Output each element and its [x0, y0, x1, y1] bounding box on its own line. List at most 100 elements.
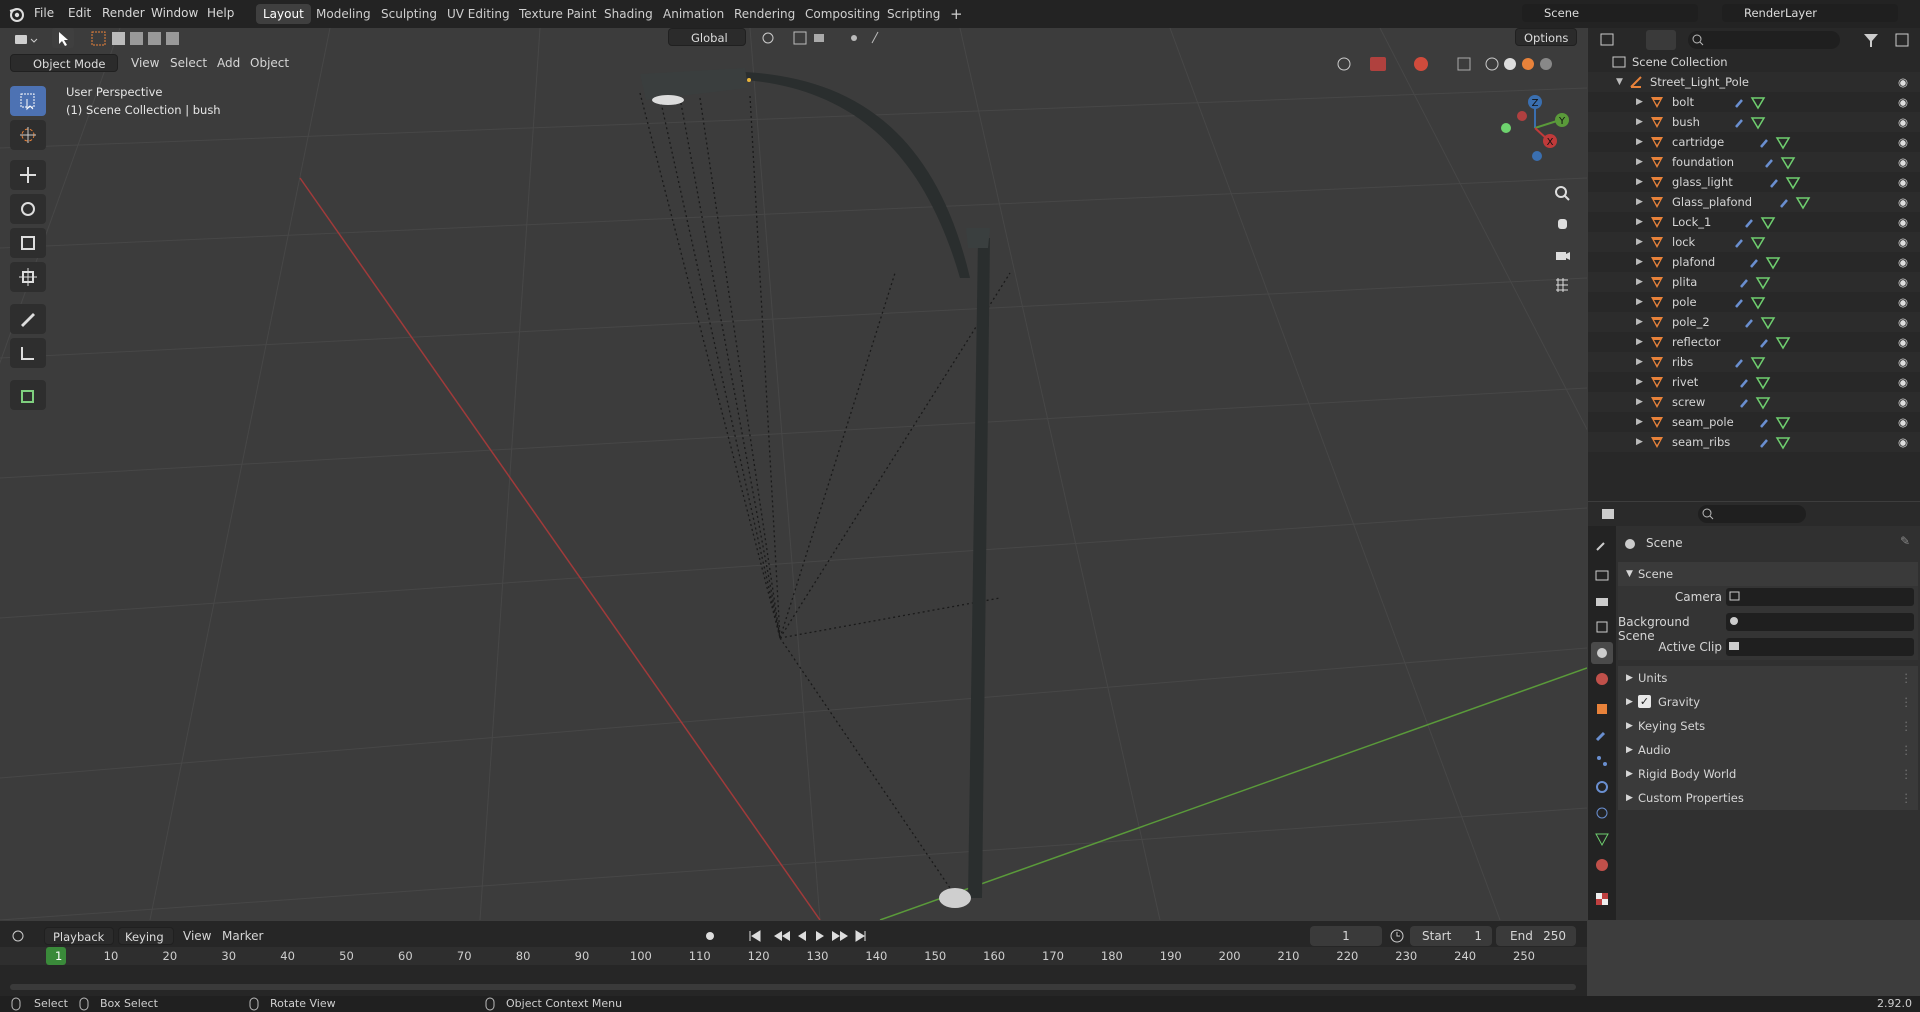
visibility-eye-icon[interactable]: ◉: [1898, 72, 1908, 92]
tab-animation[interactable]: Animation: [656, 4, 731, 24]
expand-chevron-icon[interactable]: ▶: [1636, 252, 1643, 272]
menu-file[interactable]: File: [34, 6, 54, 20]
visibility-eye-icon[interactable]: ◉: [1898, 372, 1908, 392]
tool-cursor[interactable]: [10, 120, 46, 150]
visibility-eye-icon[interactable]: ◉: [1898, 432, 1908, 452]
tab-tool[interactable]: [1591, 534, 1613, 556]
visibility-eye-icon[interactable]: ◉: [1898, 272, 1908, 292]
subpanel-header[interactable]: ▶ Custom Properties ⋮: [1618, 786, 1918, 810]
ortho-toggle-button[interactable]: [1548, 272, 1576, 298]
outliner-row-object[interactable]: ▶ seam_pole ◉: [1588, 412, 1920, 432]
scene-selector[interactable]: Scene: [1522, 4, 1698, 22]
subpanel-header[interactable]: ▶ ✓ Gravity ⋮: [1618, 690, 1918, 714]
expand-chevron-icon[interactable]: ▶: [1636, 212, 1643, 232]
viewport-menu-object[interactable]: Object: [250, 56, 289, 70]
menu-render[interactable]: Render: [102, 6, 145, 20]
viewport-menu-select[interactable]: Select: [170, 56, 207, 70]
tab-modifiers[interactable]: [1591, 724, 1613, 746]
drag-handle-icon[interactable]: ⋮: [1901, 666, 1913, 690]
expand-chevron-icon[interactable]: ▶: [1636, 412, 1643, 432]
outliner-row-object[interactable]: ▶ pole ◉: [1588, 292, 1920, 312]
viewport-menu-view[interactable]: View: [131, 56, 159, 70]
blender-logo-icon[interactable]: [8, 5, 26, 23]
current-frame-field[interactable]: 1: [1310, 926, 1382, 946]
menu-window[interactable]: Window: [151, 6, 198, 20]
expand-chevron-icon[interactable]: ▶: [1636, 272, 1643, 292]
outliner-row-scene-collection[interactable]: Scene Collection: [1588, 52, 1920, 72]
selection-mode-buttons[interactable]: [90, 30, 182, 48]
playback-dropdown[interactable]: Playback: [44, 927, 114, 945]
tab-object[interactable]: [1591, 698, 1613, 720]
visibility-eye-icon[interactable]: ◉: [1898, 312, 1908, 332]
visibility-eye-icon[interactable]: ◉: [1898, 112, 1908, 132]
tab-output[interactable]: [1591, 590, 1613, 612]
outliner-row-object[interactable]: ▶ reflector ◉: [1588, 332, 1920, 352]
pan-button[interactable]: [1548, 210, 1576, 236]
visibility-eye-icon[interactable]: ◉: [1898, 172, 1908, 192]
tool-transform[interactable]: [10, 262, 46, 292]
outliner-row-object[interactable]: ▶ lock ◉: [1588, 232, 1920, 252]
expand-chevron-icon[interactable]: ▶: [1636, 192, 1643, 212]
outliner-row-object[interactable]: ▶ bolt ◉: [1588, 92, 1920, 112]
add-workspace-button[interactable]: +: [943, 4, 970, 24]
expand-chevron-icon[interactable]: ▶: [1636, 172, 1643, 192]
tab-view-layer[interactable]: [1591, 616, 1613, 638]
transform-orientation-dropdown[interactable]: Global: [668, 28, 746, 46]
tab-compositing[interactable]: Compositing: [798, 4, 887, 24]
tab-material[interactable]: [1591, 854, 1613, 876]
expand-chevron-icon[interactable]: ▶: [1636, 332, 1643, 352]
tab-layout[interactable]: Layout: [256, 4, 311, 24]
tool-annotate[interactable]: [10, 304, 46, 334]
select-tool-toggle[interactable]: [52, 28, 74, 48]
visibility-eye-icon[interactable]: ◉: [1898, 392, 1908, 412]
outliner-row-object[interactable]: ▶ plafond ◉: [1588, 252, 1920, 272]
camera-field[interactable]: [1726, 588, 1914, 606]
navigation-gizmo[interactable]: Z Y X: [1490, 88, 1574, 172]
expand-chevron-icon[interactable]: ▶: [1636, 352, 1643, 372]
tool-add-cube[interactable]: [10, 380, 46, 410]
gravity-checkbox[interactable]: ✓: [1638, 695, 1651, 708]
tab-scripting[interactable]: Scripting: [880, 4, 947, 24]
subpanel-header[interactable]: ▶ Audio ⋮: [1618, 738, 1918, 762]
drag-handle-icon[interactable]: ⋮: [1901, 786, 1913, 810]
visibility-eye-icon[interactable]: ◉: [1898, 212, 1908, 232]
camera-view-button[interactable]: [1548, 242, 1576, 268]
playback-controls[interactable]: [700, 927, 870, 945]
outliner-row-object[interactable]: ▶ rivet ◉: [1588, 372, 1920, 392]
tool-scale[interactable]: [10, 228, 46, 258]
tab-render[interactable]: [1591, 564, 1613, 586]
tab-shading[interactable]: Shading: [597, 4, 660, 24]
3d-viewport[interactable]: Global Options Object Mode View Select A…: [0, 28, 1587, 920]
editor-type-icon[interactable]: [12, 28, 42, 50]
visibility-eye-icon[interactable]: ◉: [1898, 232, 1908, 252]
scene-panel-header[interactable]: ▼ Scene: [1618, 562, 1918, 586]
visibility-eye-icon[interactable]: ◉: [1898, 92, 1908, 112]
tab-uv-editing[interactable]: UV Editing: [440, 4, 517, 24]
options-dropdown[interactable]: Options: [1515, 28, 1577, 46]
subpanel-header[interactable]: ▶ Rigid Body World ⋮: [1618, 762, 1918, 786]
end-frame-field[interactable]: End 250: [1496, 926, 1576, 946]
tab-rendering[interactable]: Rendering: [727, 4, 802, 24]
timeline-menu-view[interactable]: View: [183, 929, 211, 943]
outliner-row-object[interactable]: ▶ ribs ◉: [1588, 352, 1920, 372]
visibility-eye-icon[interactable]: ◉: [1898, 352, 1908, 372]
expand-chevron-icon[interactable]: ▶: [1636, 152, 1643, 172]
outliner-row-object[interactable]: ▶ cartridge ◉: [1588, 132, 1920, 152]
filter-icon[interactable]: [1860, 30, 1914, 50]
timeline-editor-icon[interactable]: [10, 927, 40, 945]
tab-sculpting[interactable]: Sculpting: [374, 4, 444, 24]
outliner-row-object[interactable]: ▶ foundation ◉: [1588, 152, 1920, 172]
outliner-row-object[interactable]: ▶ Lock_1 ◉: [1588, 212, 1920, 232]
tab-scene[interactable]: [1591, 642, 1613, 664]
tab-texture-paint[interactable]: Texture Paint: [512, 4, 603, 24]
expand-chevron-icon[interactable]: ▶: [1636, 232, 1643, 252]
expand-chevron-icon[interactable]: ▶: [1636, 112, 1643, 132]
expand-chevron-icon[interactable]: ▼: [1616, 72, 1623, 92]
visibility-eye-icon[interactable]: ◉: [1898, 192, 1908, 212]
drag-handle-icon[interactable]: ⋮: [1901, 690, 1913, 714]
keying-dropdown[interactable]: Keying: [118, 927, 174, 945]
expand-chevron-icon[interactable]: ▶: [1636, 312, 1643, 332]
background-scene-field[interactable]: [1726, 613, 1914, 631]
outliner-row-object[interactable]: ▶ glass_light ◉: [1588, 172, 1920, 192]
visibility-eye-icon[interactable]: ◉: [1898, 132, 1908, 152]
